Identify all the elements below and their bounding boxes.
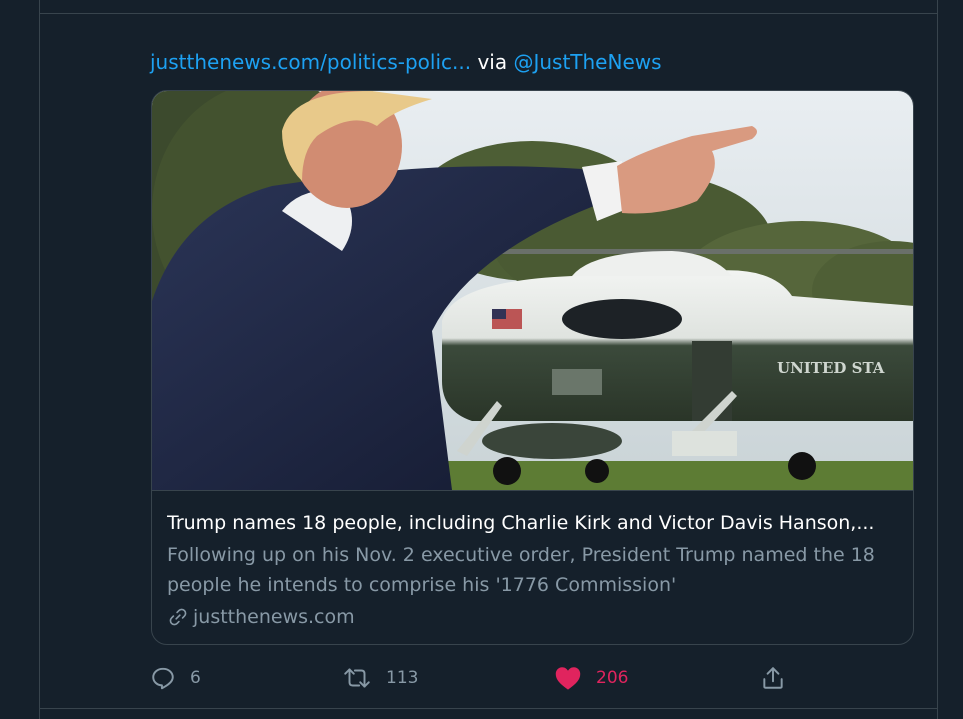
reply-count: 6 bbox=[190, 668, 201, 688]
heart-icon bbox=[554, 665, 582, 691]
card-title: Trump names 18 people, including Charlie… bbox=[167, 512, 875, 534]
card-image: UNITED STA bbox=[152, 91, 913, 490]
like-button[interactable]: 206 bbox=[554, 660, 628, 696]
article-link[interactable]: justthenews.com/politics-polic... bbox=[150, 50, 471, 74]
via-handle-link[interactable]: @JustTheNews bbox=[513, 50, 661, 74]
share-icon bbox=[760, 665, 786, 691]
card-separator bbox=[152, 490, 913, 491]
tweet-actions: 6 113 206 bbox=[150, 660, 790, 696]
tweet-bottom-divider bbox=[39, 708, 938, 709]
timeline-right-border bbox=[937, 0, 938, 719]
share-button[interactable] bbox=[760, 660, 786, 696]
card-description: Following up on his Nov. 2 executive ord… bbox=[167, 544, 875, 596]
retweet-button[interactable]: 113 bbox=[342, 660, 418, 696]
link-icon bbox=[167, 606, 189, 628]
reply-icon bbox=[150, 665, 176, 691]
card-domain-text: justthenews.com bbox=[193, 606, 355, 628]
timeline-left-border bbox=[39, 0, 40, 719]
tweet-top-divider bbox=[39, 13, 938, 14]
retweet-count: 113 bbox=[386, 668, 419, 688]
retweet-icon bbox=[342, 665, 372, 691]
link-preview-card[interactable]: UNITED STA Trump names 18 people, includ… bbox=[151, 90, 914, 645]
aircraft-marking: UNITED STA bbox=[777, 359, 885, 377]
via-label: via bbox=[477, 50, 508, 74]
like-count: 206 bbox=[596, 668, 629, 688]
reply-button[interactable]: 6 bbox=[150, 660, 201, 696]
tweet-text: justthenews.com/politics-polic... via @J… bbox=[150, 48, 662, 76]
card-domain: justthenews.com bbox=[167, 602, 355, 632]
